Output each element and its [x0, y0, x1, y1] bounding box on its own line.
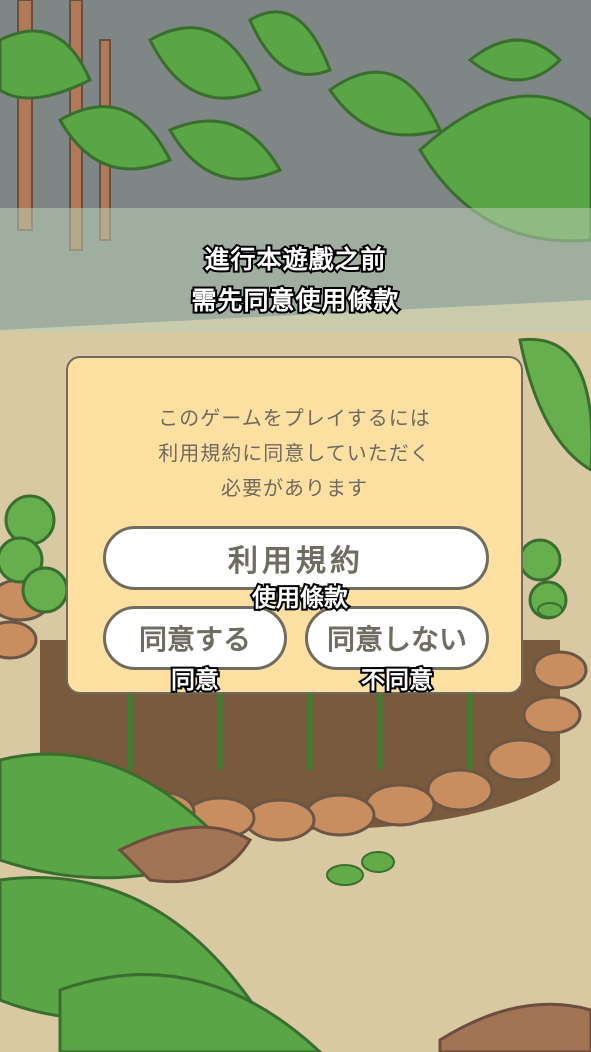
banner-line-2: 需先同意使用條款	[189, 284, 400, 317]
terms-dialog: このゲームをプレイするには 利用規約に同意していただく 必要があります 利用規約…	[66, 356, 523, 694]
dialog-message-line-1: このゲームをプレイするには	[158, 406, 431, 430]
disagree-button-label: 同意しない	[326, 623, 467, 656]
dialog-message-line-2: 利用規約に同意していただく	[158, 441, 431, 465]
agree-button-label: 同意する	[138, 623, 251, 656]
disagree-subtitle: 不同意	[359, 664, 435, 696]
agree-subtitle: 同意	[169, 664, 221, 696]
banner-line-1: 進行本遊戲之前	[202, 243, 387, 276]
dialog-message-line-3: 必要があります	[221, 476, 368, 500]
terms-button-label: 利用規約	[228, 544, 364, 579]
terms-subtitle: 使用條款	[250, 582, 350, 614]
